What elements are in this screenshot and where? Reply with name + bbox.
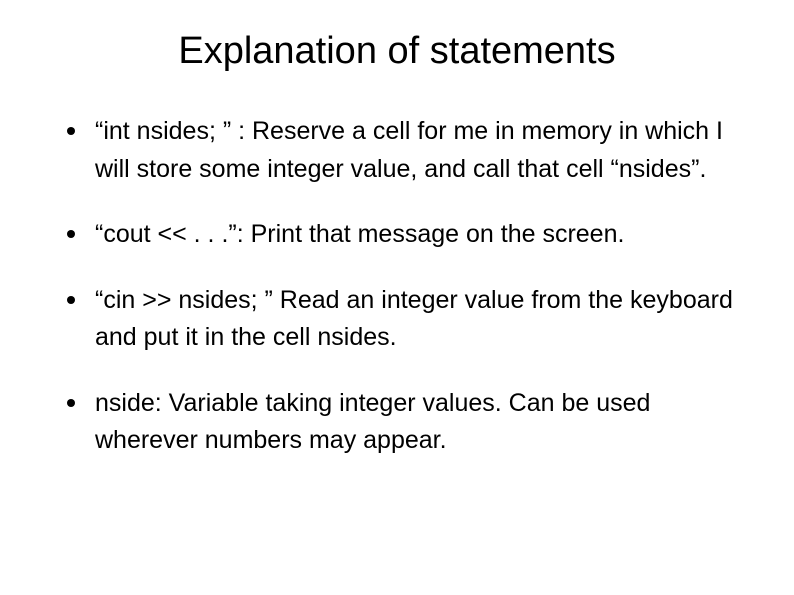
list-item: “cout << . . .”: Print that message on t… (75, 216, 744, 254)
list-item: “cin >> nsides; ” Read an integer value … (75, 282, 744, 357)
bullet-list: “int nsides; ” : Reserve a cell for me i… (50, 113, 744, 460)
list-item: “int nsides; ” : Reserve a cell for me i… (75, 113, 744, 188)
slide-title: Explanation of statements (50, 30, 744, 73)
list-item: nside: Variable taking integer values. C… (75, 385, 744, 460)
